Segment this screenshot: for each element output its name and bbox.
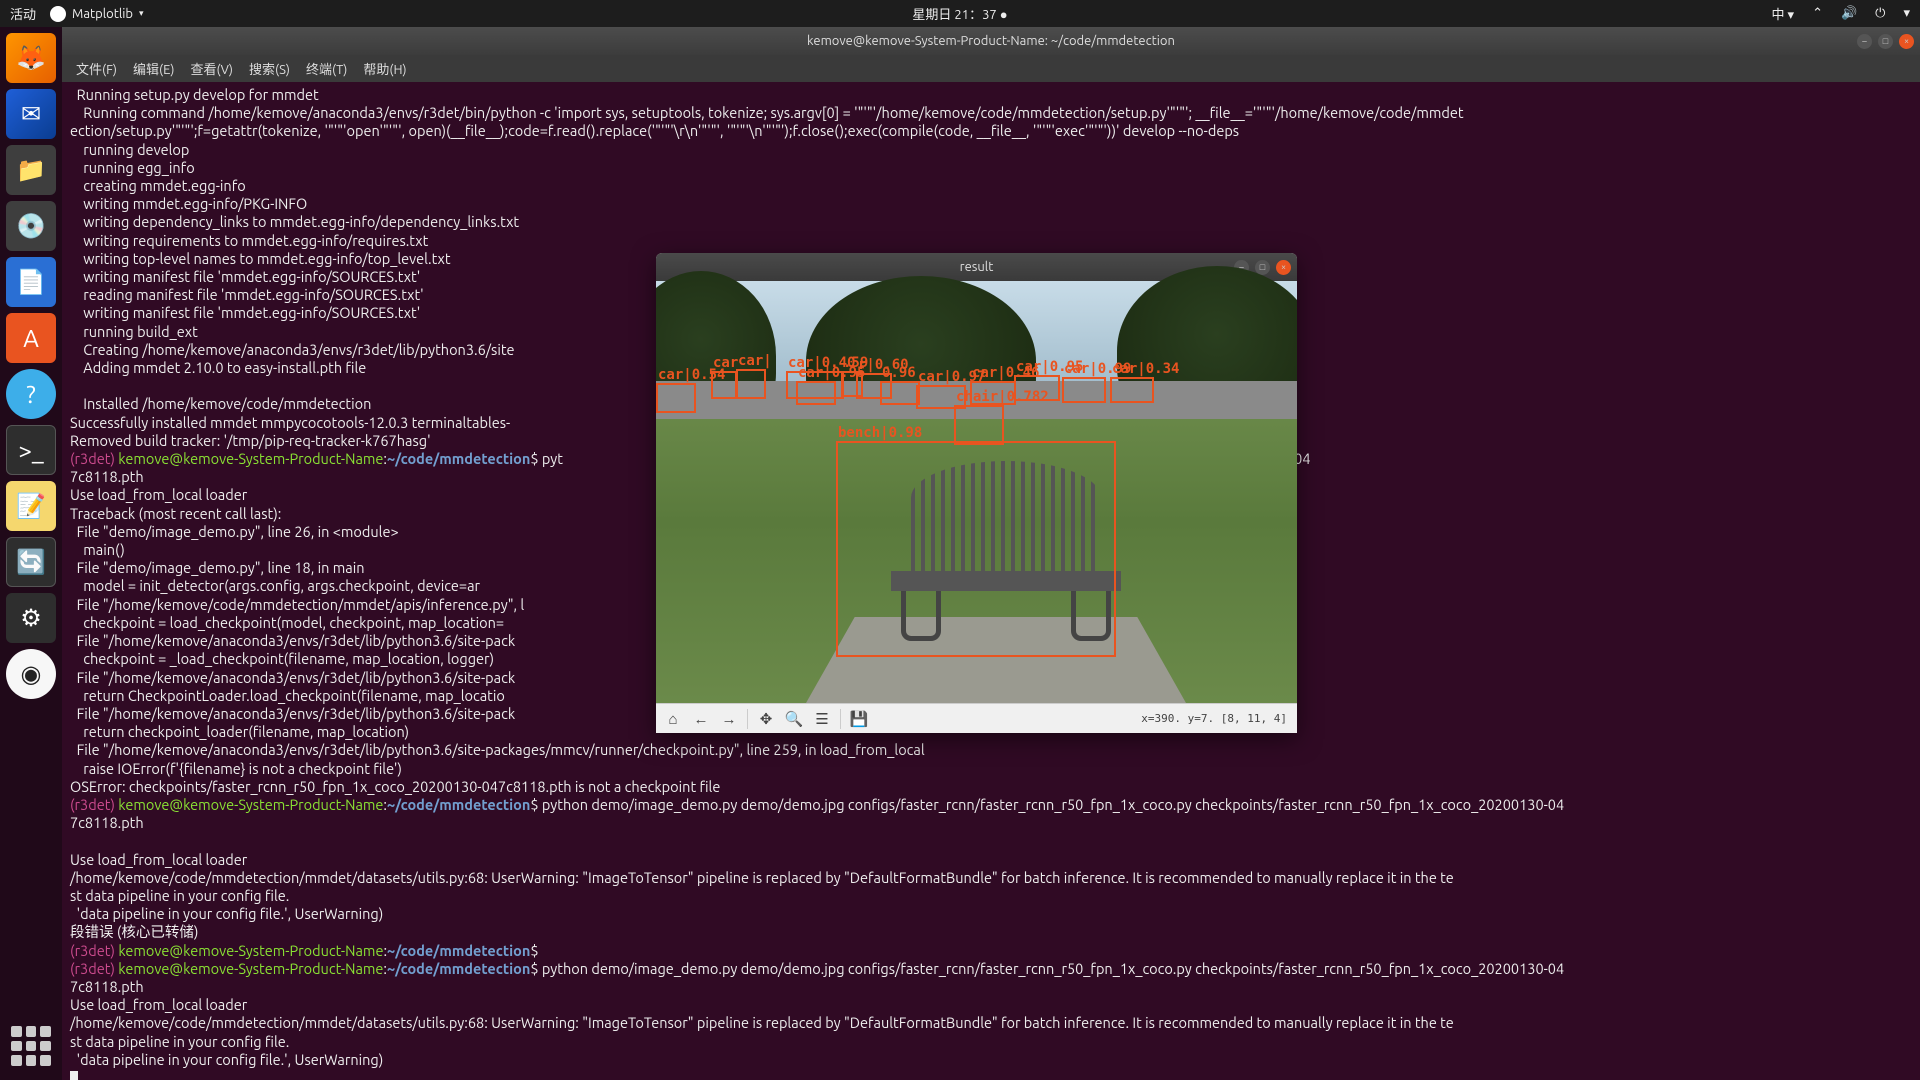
settings-launcher[interactable]: ⚙ — [6, 593, 56, 643]
save-icon[interactable]: 💾 — [846, 707, 872, 731]
disks-launcher[interactable]: 💿 — [6, 201, 56, 251]
terminal-cursor — [70, 1071, 78, 1080]
configure-icon[interactable]: ☰ — [809, 707, 835, 731]
home-icon[interactable]: ⌂ — [660, 707, 686, 731]
clock[interactable]: 星期日 21：37 ● — [912, 4, 1007, 23]
close-button[interactable]: × — [1899, 34, 1914, 49]
separator — [747, 709, 748, 729]
texteditor-launcher[interactable]: 📝 — [6, 481, 56, 531]
window-title: result — [960, 260, 994, 274]
files-launcher[interactable]: 📁 — [6, 145, 56, 195]
menu-terminal[interactable]: 终端(T) — [300, 57, 353, 80]
matplotlib-window: result – □ × car|0.54carcar|car|0.40car|… — [656, 253, 1297, 733]
menu-file[interactable]: 文件(F) — [70, 57, 123, 80]
writer-launcher[interactable]: 📄 — [6, 257, 56, 307]
cursor-coordinates: x=390. y=7. [8, 11, 4] — [1141, 713, 1293, 725]
volume-icon[interactable]: 🔊 — [1841, 6, 1857, 21]
software-launcher[interactable]: A — [6, 313, 56, 363]
app-name: Matplotlib — [72, 7, 133, 21]
app-menu[interactable]: Matplotlib ▾ — [50, 6, 144, 22]
activities-button[interactable]: 活动 — [10, 4, 36, 23]
terminal-launcher[interactable]: >_ — [6, 425, 56, 475]
image-street — [656, 381, 1297, 419]
window-title: kemove@kemove-System-Product-Name: ~/cod… — [807, 34, 1175, 48]
matplotlib-icon — [50, 6, 66, 22]
close-button[interactable]: × — [1276, 260, 1291, 275]
terminal-menubar: 文件(F) 编辑(E) 查看(V) 搜索(S) 终端(T) 帮助(H) — [62, 55, 1920, 82]
zoom-icon[interactable]: 🔍 — [781, 707, 807, 731]
menu-help[interactable]: 帮助(H) — [357, 57, 412, 80]
system-topbar: 活动 Matplotlib ▾ 星期日 21：37 ● 中 ▾ ⌃ 🔊 ⏻ ▾ — [0, 0, 1920, 27]
maximize-button[interactable]: □ — [1878, 34, 1893, 49]
chevron-down-icon: ▾ — [139, 8, 144, 19]
firefox-launcher[interactable]: 🦊 — [6, 33, 56, 83]
minimize-button[interactable]: – — [1857, 34, 1872, 49]
menu-view[interactable]: 查看(V) — [185, 57, 239, 80]
image-bench — [881, 461, 1131, 651]
updater-launcher[interactable]: 🔄 — [6, 537, 56, 587]
pan-icon[interactable]: ✥ — [753, 707, 779, 731]
wifi-icon[interactable]: ⌃ — [1812, 6, 1823, 21]
figure-canvas[interactable]: car|0.54carcar|car|0.40car|0.95.59r|0.60… — [656, 281, 1297, 703]
matplotlib-toolbar: ⌂ ← → ✥ 🔍 ☰ 💾 x=390. y=7. [8, 11, 4] — [656, 703, 1297, 733]
terminal-titlebar[interactable]: kemove@kemove-System-Product-Name: ~/cod… — [62, 27, 1920, 55]
show-applications[interactable] — [11, 1026, 51, 1066]
matplotlib-launcher[interactable]: ◉ — [6, 649, 56, 699]
separator — [840, 709, 841, 729]
forward-icon[interactable]: → — [716, 707, 742, 731]
menu-edit[interactable]: 编辑(E) — [127, 57, 180, 80]
chevron-down-icon[interactable]: ▾ — [1903, 6, 1910, 21]
power-icon[interactable]: ⏻ — [1875, 6, 1885, 21]
help-launcher[interactable]: ? — [6, 369, 56, 419]
back-icon[interactable]: ← — [688, 707, 714, 731]
menu-search[interactable]: 搜索(S) — [243, 57, 296, 80]
launcher-dock: 🦊 ✉ 📁 💿 📄 A ? >_ 📝 🔄 ⚙ ◉ — [0, 27, 62, 1080]
ime-indicator[interactable]: 中 ▾ — [1772, 4, 1795, 23]
thunderbird-launcher[interactable]: ✉ — [6, 89, 56, 139]
